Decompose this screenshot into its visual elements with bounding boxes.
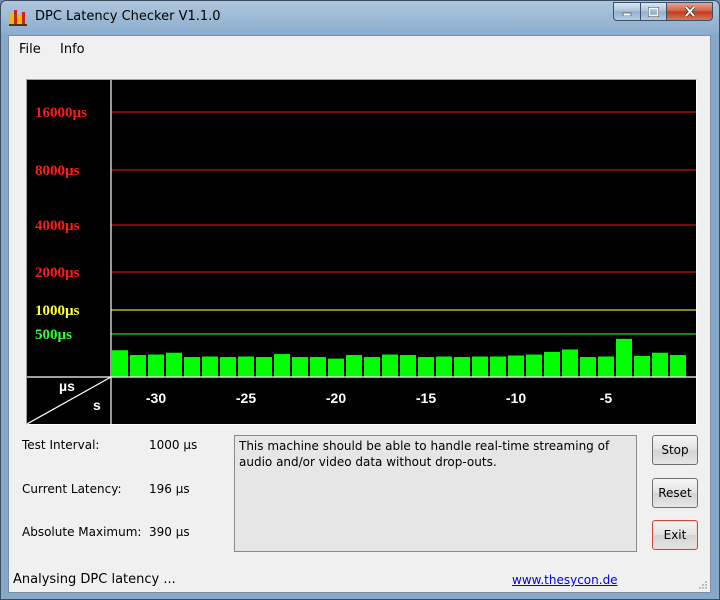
latency-bar (112, 350, 128, 377)
app-window: DPC Latency Checker V1.1.0 File Info µs … (0, 0, 720, 600)
current-latency-value: 196 µs (149, 482, 190, 496)
y-unit-label: µs (59, 378, 75, 394)
x-tick-label: -20 (326, 390, 346, 406)
menu-file[interactable]: File (19, 42, 41, 57)
latency-bar (364, 357, 380, 377)
latency-bar (400, 355, 416, 377)
x-tick-label: -25 (236, 390, 256, 406)
minimize-icon (622, 12, 632, 16)
latency-bar (256, 357, 272, 377)
maximize-button[interactable] (641, 2, 667, 21)
y-tick-label: 500µs (35, 327, 72, 343)
latency-bar (130, 355, 146, 377)
latency-bar (310, 357, 326, 377)
latency-bar (436, 356, 452, 377)
minimize-button[interactable] (613, 2, 641, 21)
latency-bar (598, 356, 614, 377)
bar-chart-icon (9, 10, 27, 26)
x-unit-label: s (93, 397, 101, 413)
latency-bar (670, 355, 686, 377)
window-controls (613, 2, 713, 22)
latency-bar (292, 357, 308, 377)
test-interval-label: Test Interval: (22, 438, 100, 452)
latency-bar (634, 355, 650, 377)
y-tick-label: 16000µs (35, 105, 87, 121)
latency-bar (274, 354, 290, 377)
x-tick-label: -10 (506, 390, 526, 406)
latency-bar (382, 354, 398, 377)
latency-bar (580, 357, 596, 377)
maximize-icon (648, 6, 659, 17)
y-tick-label: 2000µs (35, 265, 80, 281)
latency-bar (454, 357, 470, 377)
absolute-maximum-value: 390 µs (149, 525, 190, 539)
latency-bar (418, 357, 434, 377)
window-title: DPC Latency Checker V1.1.0 (35, 9, 221, 24)
menu-bar: File Info (9, 36, 710, 64)
x-tick-label: -30 (146, 390, 166, 406)
stop-button[interactable]: Stop (652, 435, 698, 465)
current-latency-label: Current Latency: (22, 482, 122, 496)
latency-bar (652, 352, 668, 377)
y-tick-label: 1000µs (35, 303, 80, 319)
x-tick-label: -5 (600, 390, 613, 406)
latency-bar (544, 351, 560, 377)
reset-button[interactable]: Reset (652, 478, 698, 508)
x-tick-label: -15 (416, 390, 436, 406)
absolute-maximum-label: Absolute Maximum: (22, 525, 142, 539)
title-bar[interactable]: DPC Latency Checker V1.1.0 (1, 1, 719, 35)
latency-bar (184, 357, 200, 377)
y-tick-label: 4000µs (35, 218, 80, 234)
latency-bar (328, 358, 344, 377)
latency-graph-canvas: µs s -30 -25 -20 -15 -10 -5 500µs 1000µs 2000µs… (26, 80, 696, 425)
latency-bar (220, 357, 236, 377)
latency-bar (472, 356, 488, 377)
y-tick-label: 8000µs (35, 163, 80, 179)
website-link[interactable]: www.thesycon.de (512, 573, 618, 587)
exit-button[interactable]: Exit (652, 520, 698, 550)
status-text: Analysing DPC latency ... (13, 572, 176, 587)
menu-info[interactable]: Info (60, 42, 85, 57)
latency-bar (202, 356, 218, 377)
latency-bar (526, 354, 542, 377)
client-area: File Info µs s -30 -25 -20 -15 -10 -5 500µs 10… (8, 35, 711, 593)
latency-graph: µs s -30 -25 -20 -15 -10 -5 500µs 1000µs 2000µs… (26, 79, 697, 425)
latency-bar (616, 338, 632, 377)
close-icon (684, 6, 695, 17)
latency-bar (562, 349, 578, 377)
latency-bar (166, 352, 182, 377)
latency-bar (238, 356, 254, 377)
resize-grip-icon[interactable] (698, 580, 708, 590)
test-interval-value: 1000 µs (149, 438, 198, 452)
latency-bar (490, 356, 506, 377)
latency-bar (508, 355, 524, 377)
latency-bar (148, 354, 164, 377)
close-button[interactable] (667, 2, 713, 21)
status-message-box: This machine should be able to handle re… (234, 435, 637, 552)
latency-bar (346, 355, 362, 377)
